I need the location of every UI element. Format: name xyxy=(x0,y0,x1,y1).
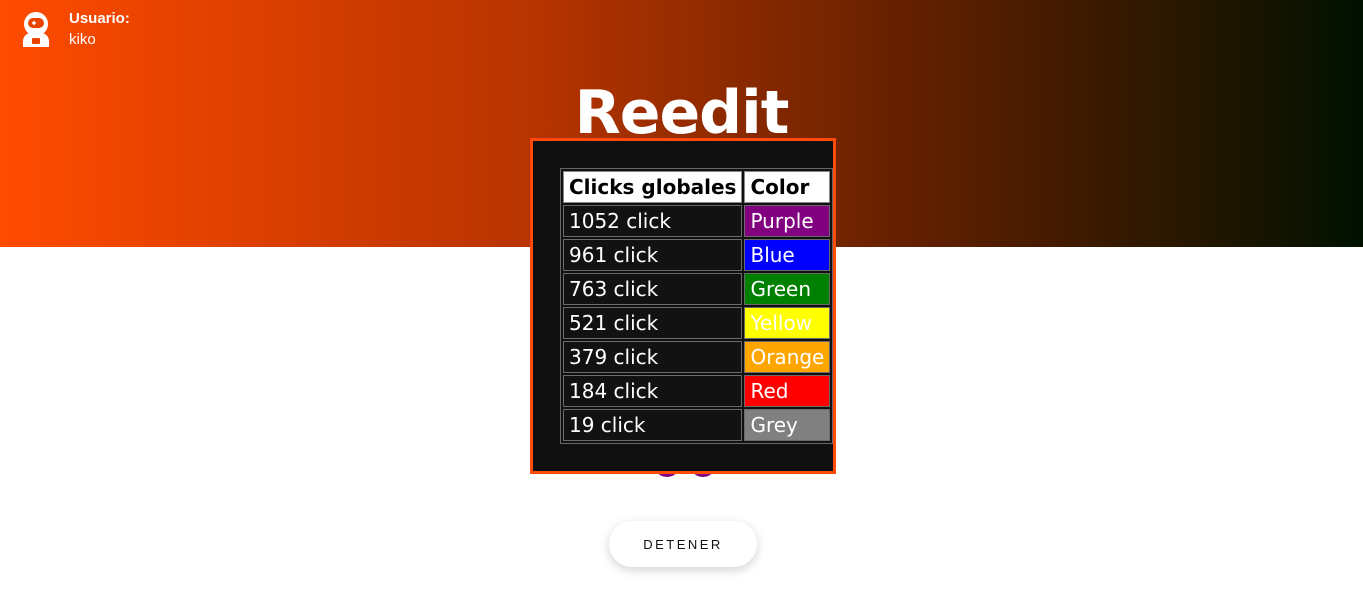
table-row: 379 click Orange xyxy=(563,341,831,373)
user-label: Usuario: xyxy=(69,10,130,27)
table-row: 184 click Red xyxy=(563,375,831,407)
clicks-cell: 19 click xyxy=(563,409,743,441)
user-name: kiko xyxy=(69,31,96,48)
color-cell: Red xyxy=(744,375,831,407)
color-cell: Yellow xyxy=(744,307,831,339)
header-color: Color xyxy=(744,171,831,203)
clicks-cell: 379 click xyxy=(563,341,743,373)
stats-modal: Clicks globales Color 1052 click Purple 96… xyxy=(530,138,836,474)
table-row: 961 click Blue xyxy=(563,239,831,271)
clicks-cell: 184 click xyxy=(563,375,743,407)
color-cell: Green xyxy=(744,273,831,305)
table-row: 521 click Yellow xyxy=(563,307,831,339)
clicks-table: Clicks globales Color 1052 click Purple 96… xyxy=(560,168,834,444)
table-header-row: Clicks globales Color xyxy=(563,171,831,203)
table-row: 19 click Grey xyxy=(563,409,831,441)
clicks-cell: 521 click xyxy=(563,307,743,339)
astronaut-icon xyxy=(23,12,49,47)
color-cell: Orange xyxy=(744,341,831,373)
table-row: 1052 click Purple xyxy=(563,205,831,237)
color-cell: Blue xyxy=(744,239,831,271)
clicks-cell: 763 click xyxy=(563,273,743,305)
stop-button[interactable]: DETENER xyxy=(609,521,757,567)
header-clicks: Clicks globales xyxy=(563,171,743,203)
clicks-cell: 1052 click xyxy=(563,205,743,237)
table-row: 763 click Green xyxy=(563,273,831,305)
clicks-cell: 961 click xyxy=(563,239,743,271)
color-cell: Grey xyxy=(744,409,831,441)
color-cell: Purple xyxy=(744,205,831,237)
